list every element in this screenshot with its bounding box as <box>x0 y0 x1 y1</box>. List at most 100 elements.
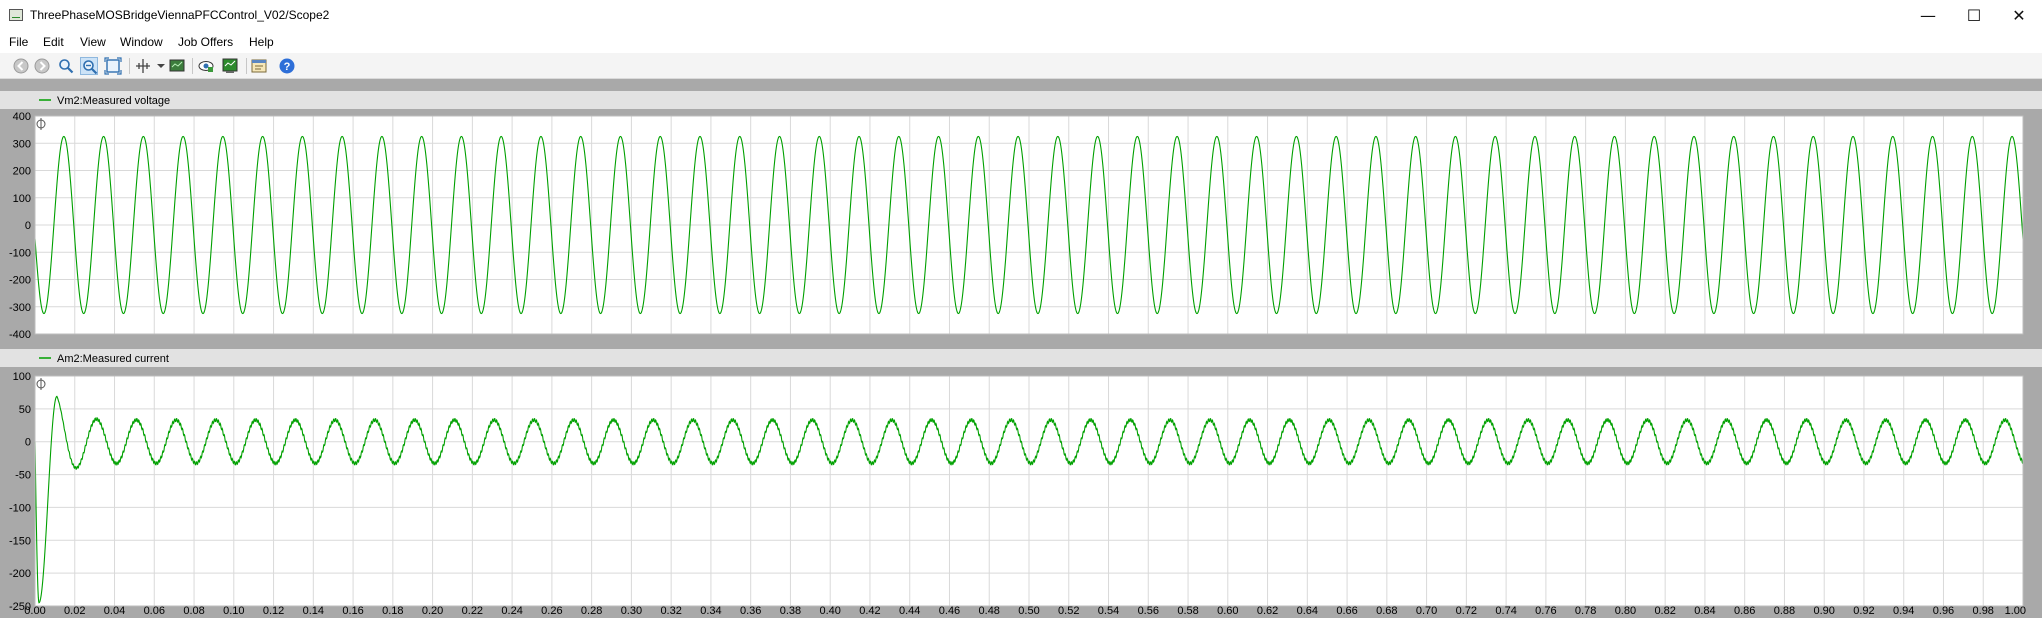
x-tick-label: 0.36 <box>740 605 761 617</box>
y-tick-label: 100 <box>13 371 31 383</box>
x-tick-label: 0.38 <box>780 605 801 617</box>
y-tick-label: -50 <box>15 470 31 482</box>
x-tick-label: 0.06 <box>144 605 165 617</box>
scope-plots: Vm2:Measured voltage 400 300 200 100 0 -100 -20… <box>0 91 2042 617</box>
x-tick-label: 0.66 <box>1336 605 1357 617</box>
maximize-button[interactable]: ☐ <box>1951 0 1997 31</box>
x-tick-label: 0.40 <box>819 605 840 617</box>
x-tick-label: 0.20 <box>422 605 443 617</box>
x-tick-label: 0.08 <box>183 605 204 617</box>
toolbar: ? <box>0 53 2042 79</box>
x-tick-label: 0.46 <box>939 605 960 617</box>
x-tick-label: 0.64 <box>1297 605 1318 617</box>
y-tick-label: -100 <box>9 247 31 259</box>
x-tick-label: 0.04 <box>104 605 125 617</box>
x-tick-label: 0.70 <box>1416 605 1437 617</box>
y-tick-label: 300 <box>13 138 31 150</box>
y-tick-label: 0 <box>25 220 31 232</box>
forward-icon[interactable] <box>33 57 51 75</box>
y-tick-label: 0 <box>25 437 31 449</box>
x-tick-label: 0.56 <box>1138 605 1159 617</box>
x-tick-label: 0.72 <box>1456 605 1477 617</box>
dropdown-icon[interactable] <box>152 57 165 75</box>
zoom-icon[interactable] <box>57 57 75 75</box>
close-button[interactable]: ✕ <box>1996 0 2042 31</box>
display-icon[interactable] <box>221 57 239 75</box>
x-tick-label: 0.52 <box>1058 605 1079 617</box>
x-tick-label: 0.48 <box>979 605 1000 617</box>
y-tick-label: 100 <box>13 193 31 205</box>
x-tick-label: 0.28 <box>581 605 602 617</box>
x-tick-label: 0.30 <box>621 605 642 617</box>
menu-edit[interactable]: Edit <box>43 35 64 49</box>
toolbar-separator <box>192 58 193 74</box>
y-tick-label: 50 <box>19 404 31 416</box>
x-tick-label: 0.98 <box>1973 605 1994 617</box>
zoom-x-icon[interactable] <box>80 57 98 75</box>
x-tick-label: 0.86 <box>1734 605 1755 617</box>
x-tick-label: 0.14 <box>303 605 324 617</box>
legend-label: Am2:Measured current <box>57 353 169 365</box>
x-tick-label: 0.32 <box>660 605 681 617</box>
zoom-fit-icon[interactable] <box>104 57 122 75</box>
x-tick-label: 0.60 <box>1217 605 1238 617</box>
x-tick-label: 0.80 <box>1615 605 1636 617</box>
menu-bar: File Edit View Window Job Offers Help <box>0 31 2042 53</box>
y-tick-label: -200 <box>9 568 31 580</box>
y-tick-label: -200 <box>9 275 31 287</box>
x-tick-label: 0.78 <box>1575 605 1596 617</box>
toolbar-separator <box>129 58 130 74</box>
menu-job-offers[interactable]: Job Offers <box>178 35 233 49</box>
menu-file[interactable]: File <box>9 35 28 49</box>
toolbar-separator <box>246 58 247 74</box>
x-tick-label: 0.42 <box>859 605 880 617</box>
view-icon[interactable] <box>197 57 215 75</box>
minimize-button[interactable]: — <box>1905 0 1951 31</box>
x-tick-label: 0.16 <box>342 605 363 617</box>
x-tick-label: 0.50 <box>1018 605 1039 617</box>
x-tick-label: 0.92 <box>1853 605 1874 617</box>
help-icon[interactable]: ? <box>278 57 296 75</box>
y-tick-label: -150 <box>9 535 31 547</box>
x-tick-label: 0.26 <box>541 605 562 617</box>
x-axis: 0.00 0.02 0.04 0.06 0.08 0.10 0.12 0.14 0.16 0.18… <box>24 605 2026 617</box>
legend-bar <box>0 349 2042 367</box>
x-tick-label: 0.96 <box>1933 605 1954 617</box>
x-tick-label: 0.44 <box>899 605 920 617</box>
x-tick-label: 0.94 <box>1893 605 1914 617</box>
x-tick-label: 0.02 <box>64 605 85 617</box>
y-tick-label: -100 <box>9 502 31 514</box>
app-icon <box>9 9 23 21</box>
x-tick-label: 0.62 <box>1257 605 1278 617</box>
x-tick-label: 0.34 <box>700 605 721 617</box>
y-tick-label: 400 <box>13 111 31 123</box>
svg-text:?: ? <box>284 61 291 73</box>
x-tick-label: 0.54 <box>1098 605 1119 617</box>
title-bar: ThreePhaseMOSBridgeViennaPFCControl_V02/… <box>0 0 2042 31</box>
x-tick-label: 0.84 <box>1694 605 1715 617</box>
window-title: ThreePhaseMOSBridgeViennaPFCControl_V02/… <box>30 8 330 22</box>
x-tick-label: 0.82 <box>1654 605 1675 617</box>
x-tick-label: 0.90 <box>1813 605 1834 617</box>
back-icon[interactable] <box>12 57 30 75</box>
menu-view[interactable]: View <box>80 35 106 49</box>
x-tick-label: 0.58 <box>1177 605 1198 617</box>
legend-bar <box>0 91 2042 109</box>
screen-icon[interactable] <box>168 57 186 75</box>
x-tick-label: 0.00 <box>24 605 45 617</box>
x-tick-label: 0.22 <box>462 605 483 617</box>
x-tick-label: 0.88 <box>1774 605 1795 617</box>
x-tick-label: 0.24 <box>501 605 522 617</box>
x-tick-label: 0.76 <box>1535 605 1556 617</box>
x-tick-label: 0.68 <box>1376 605 1397 617</box>
menu-help[interactable]: Help <box>249 35 274 49</box>
x-tick-label: 0.10 <box>223 605 244 617</box>
properties-icon[interactable] <box>250 57 268 75</box>
menu-window[interactable]: Window <box>120 35 163 49</box>
scope-panel-1: Vm2:Measured voltage 400 300 200 100 0 -100 -20… <box>0 91 2042 341</box>
legend-label: Vm2:Measured voltage <box>57 95 170 107</box>
x-tick-label: 1.00 <box>2005 605 2026 617</box>
axes-icon[interactable] <box>134 57 152 75</box>
y-tick-label: 200 <box>13 166 31 178</box>
y-tick-label: -400 <box>9 329 31 341</box>
